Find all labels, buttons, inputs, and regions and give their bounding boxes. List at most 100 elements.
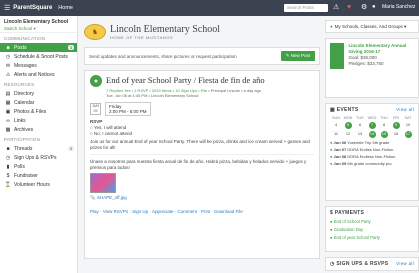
user-menu[interactable]: Maria Sanchez bbox=[382, 4, 415, 10]
school-header: ♞ Lincoln Elementary School HOME OF THE … bbox=[84, 20, 320, 44]
search-input[interactable]: Search Posts bbox=[284, 4, 328, 12]
event-icon: ★ bbox=[90, 75, 102, 87]
calendar-day[interactable]: 14 bbox=[368, 131, 376, 138]
sidebar-item-label: Links bbox=[14, 117, 26, 124]
view-all-events-link[interactable]: View all bbox=[396, 107, 414, 113]
fundraiser-card[interactable]: Lincoln Elementary Annual Giving 2016-17… bbox=[325, 38, 419, 98]
payment-item[interactable]: ● End of year School Party bbox=[330, 235, 414, 240]
post-body-english: Join us for our annual End of year Schoo… bbox=[90, 139, 310, 150]
sidebar-item-label: Sign Ups & RSVPs bbox=[14, 154, 57, 161]
sidebar-item-label: Messages bbox=[14, 62, 37, 69]
post-prompt: Send updates and announcements, share pi… bbox=[89, 53, 237, 59]
school-tagline: HOME OF THE MUSTANGS bbox=[110, 35, 174, 40]
sidebar-item-label: Directory bbox=[14, 90, 35, 97]
calendar-day[interactable]: 16 bbox=[393, 131, 400, 138]
rsvp-yes-option[interactable]: ○ Yes, I will attend bbox=[90, 125, 314, 130]
calendar-day[interactable]: 15 bbox=[380, 131, 388, 138]
sidebar-item-posts[interactable]: ■ Posts 3 bbox=[0, 43, 77, 52]
calendar-icon: ▦ bbox=[5, 99, 11, 106]
section-resources: RESOURCES bbox=[4, 82, 35, 87]
divider bbox=[90, 154, 314, 155]
sidebar-item-directory[interactable]: ▤ Directory bbox=[0, 89, 77, 98]
sidebar-item-label: Schedule & Snoot Posts bbox=[14, 53, 68, 60]
sidebar-item-label: Photos & Files bbox=[14, 108, 47, 115]
event-time: JUN 09 Friday 2:00 PM - 5:00 PM bbox=[90, 102, 314, 116]
post-author: • Principal Lincoln • a day ago bbox=[207, 88, 262, 93]
message-icon: ✉ bbox=[5, 62, 11, 69]
calendar-day[interactable]: 7 bbox=[368, 122, 376, 129]
new-post-bar[interactable]: Send updates and announcements, share pi… bbox=[84, 47, 320, 65]
poll-icon: ▮ bbox=[6, 163, 10, 170]
clock-icon: ◷ bbox=[5, 53, 11, 60]
event-item[interactable]: ● Jun 06 Yosemite Trip 5th grade bbox=[330, 140, 414, 145]
school-switcher[interactable]: Lincoln Elementary School Switch School … bbox=[0, 16, 77, 33]
avatar[interactable]: ● bbox=[372, 3, 376, 12]
post-meta: 7 Replied Yes • 1 RSVP • 2019 Items • 10… bbox=[106, 88, 314, 98]
calendar-day[interactable]: 10 bbox=[405, 122, 412, 129]
sidebar-item-links[interactable]: ∞ Links bbox=[0, 116, 77, 125]
sidebar-item-label: Threads bbox=[14, 145, 33, 152]
sidebar-item-messages[interactable]: ✉ Messages bbox=[0, 61, 77, 70]
right-column: ● My Schools, Classes, And Groups ▾ Linco… bbox=[325, 20, 419, 271]
calendar-day[interactable]: 6 bbox=[357, 122, 364, 129]
calendar-day[interactable]: 12 bbox=[345, 131, 352, 138]
sidebar-item-label: Fundraiser bbox=[14, 172, 38, 179]
mini-calendar: SUN MON TUE WED THU FRI SAT 4 5 6 7 8 9 10 11 12 13 14 1… bbox=[331, 116, 412, 138]
payments-title: PAYMENTS bbox=[334, 210, 365, 216]
calendar-day[interactable]: 13 bbox=[357, 131, 364, 138]
groups-dropdown[interactable]: ● My Schools, Classes, And Groups ▾ bbox=[325, 20, 419, 33]
signups-title: SIGN UPS & RSVPS bbox=[336, 261, 389, 267]
payment-item[interactable]: ● End of School Party bbox=[330, 219, 414, 224]
attachment-link[interactable]: 📎 SHAPE_off.jpg bbox=[90, 195, 314, 201]
signups-panel: ◷ SIGN UPS & RSVPS View all bbox=[325, 257, 419, 271]
sidebar-item-schedule[interactable]: ◷ Schedule & Snoot Posts bbox=[0, 52, 77, 61]
payment-item[interactable]: ● Graduation Day bbox=[330, 227, 414, 232]
rsvp-no-option[interactable]: ○ No, I cannot attend bbox=[90, 131, 314, 136]
top-navigation-bar: ☰ ParentSquare Home Search Posts ⚠ ♥ ⚙ ●… bbox=[0, 0, 419, 16]
new-post-button[interactable]: ✎ New Post bbox=[280, 51, 315, 61]
calendar-day[interactable]: 4 bbox=[333, 122, 340, 129]
thread-icon: ■ bbox=[6, 145, 10, 152]
sidebar-item-fundraiser[interactable]: $ Fundraiser bbox=[0, 171, 77, 180]
sidebar-item-label: Polls bbox=[14, 163, 25, 170]
archive-icon: ▩ bbox=[5, 126, 11, 133]
brand-logo[interactable]: ParentSquare bbox=[13, 5, 52, 11]
menu-icon[interactable]: ☰ bbox=[4, 4, 10, 12]
calendar-day[interactable]: 8 bbox=[381, 122, 388, 129]
warning-icon[interactable]: ⚠ bbox=[333, 3, 339, 12]
switch-school-link[interactable]: Switch School ▾ bbox=[4, 26, 73, 32]
sidebar-item-archives[interactable]: ▩ Archives bbox=[0, 125, 77, 134]
sidebar-item-photos[interactable]: ▣ Photos & Files bbox=[0, 107, 77, 116]
people-icon: ● bbox=[330, 24, 333, 29]
camera-icon: ▣ bbox=[5, 108, 11, 115]
main-feed: ♞ Lincoln Elementary School HOME OF THE … bbox=[84, 20, 320, 259]
alert-icon: ⚠ bbox=[5, 71, 11, 78]
sidebar-item-polls[interactable]: ▮ Polls bbox=[0, 162, 77, 171]
money-icon: $ bbox=[6, 172, 10, 179]
sidebar-item-calendar[interactable]: ▦ Calendar bbox=[0, 98, 77, 107]
fundraiser-image bbox=[330, 43, 345, 69]
sidebar-item-alerts[interactable]: ⚠ Alerts and Notices bbox=[0, 70, 77, 79]
sidebar-item-threads[interactable]: ■ Threads 3 bbox=[0, 144, 77, 153]
section-participation: PARTICIPATION bbox=[4, 137, 41, 142]
gear-icon[interactable]: ⚙ bbox=[361, 3, 367, 12]
sidebar-item-volunteer[interactable]: ⌛ Volunteer Hours bbox=[0, 180, 77, 189]
heart-icon[interactable]: ♥ bbox=[347, 3, 351, 12]
payments-panel: $ PAYMENTS ● End of School Party ● Gradu… bbox=[325, 206, 419, 252]
post-title[interactable]: End of year School Party / Fiesta de fin… bbox=[106, 75, 265, 85]
calendar-day[interactable]: 9 bbox=[392, 122, 400, 129]
event-item[interactable]: ● Jun 09 6th grade community pro bbox=[330, 161, 414, 166]
post-image[interactable] bbox=[90, 173, 116, 193]
calendar-day[interactable]: 17 bbox=[404, 131, 412, 138]
post-actions[interactable]: Play · View RSVPs · Sign Up · Appreciate… bbox=[90, 209, 314, 214]
rsvp-label: RSVP bbox=[90, 119, 103, 124]
calendar-day[interactable]: 11 bbox=[333, 131, 340, 138]
hourglass-icon: ⌛ bbox=[4, 181, 12, 188]
calendar-day[interactable]: 5 bbox=[344, 122, 352, 129]
sidebar-item-signups[interactable]: ◷ Sign Ups & RSVPs bbox=[0, 153, 77, 162]
home-link[interactable]: Home bbox=[58, 5, 73, 11]
event-item[interactable]: ● Jun 08 DDRA Endless Non-Fiction bbox=[330, 154, 414, 159]
event-item[interactable]: ● Jun 07 DDRA Endles Non-Fiction bbox=[330, 147, 414, 152]
view-all-signups-link[interactable]: View all bbox=[396, 261, 414, 267]
events-title: EVENTS bbox=[336, 107, 359, 113]
